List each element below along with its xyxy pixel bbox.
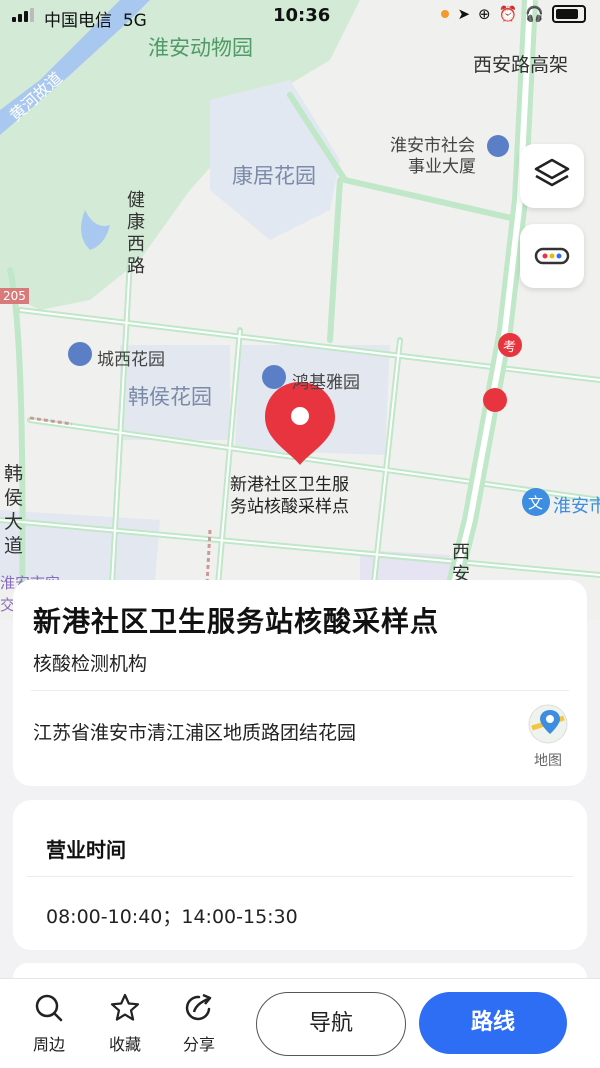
favorite-button[interactable]: 收藏 bbox=[95, 993, 155, 1055]
search-icon bbox=[35, 994, 63, 1022]
road-205-label: 205 bbox=[0, 288, 29, 304]
status-bar: 中国电信 5G 10:36 ➤ ⊕ ⏰ 🎧 bbox=[0, 0, 600, 34]
poi-label-line2: 务站核酸采样点 bbox=[230, 497, 349, 517]
hours-value: 08:00-10:40；14:00-15:30 bbox=[46, 906, 298, 928]
wen-icon: 文 bbox=[528, 494, 544, 512]
hongji-garden-label: 鸿基雅园 bbox=[292, 373, 360, 393]
elevated-road-label: 西安路高架 bbox=[473, 54, 569, 76]
divider bbox=[27, 876, 573, 877]
carrier-label: 中国电信 5G bbox=[44, 11, 147, 31]
bottom-toolbar: 周边 收藏 分享 导航 路线 bbox=[0, 978, 600, 1068]
favorite-label: 收藏 bbox=[108, 1035, 141, 1054]
location-arrow-icon: ➤ bbox=[457, 5, 471, 23]
jiankang-road-label: 健康西路 bbox=[127, 190, 145, 277]
rotation-lock-icon: ⊕ bbox=[478, 5, 491, 23]
social-bldg-label-line2: 事业大厦 bbox=[408, 157, 476, 177]
map-view[interactable]: 淮安动物园 黄河故道 西安路高架 康居花园 淮安市社会 事业大厦 健康西路 20… bbox=[0, 0, 600, 620]
hanhou-garden-label: 韩侯花园 bbox=[128, 385, 212, 409]
place-card: 新港社区卫生服务站核酸采样点 核酸检测机构 江苏省淮安市清江浦区地质路团结花园 … bbox=[13, 580, 587, 786]
alarm-icon: ⏰ bbox=[498, 5, 518, 23]
place-title: 新港社区卫生服务站核酸采样点 bbox=[33, 605, 440, 638]
nearby-button[interactable]: 周边 bbox=[19, 993, 79, 1055]
map-app-icon bbox=[528, 704, 568, 744]
map-link-label: 地图 bbox=[534, 753, 562, 769]
map-canvas bbox=[0, 0, 600, 620]
recording-dot-icon bbox=[441, 10, 450, 18]
hours-card: 营业时间 08:00-10:40；14:00-15:30 bbox=[13, 800, 587, 950]
chengxi-garden-label: 城西花园 bbox=[97, 350, 165, 370]
map-link-button[interactable]: 地图 bbox=[525, 704, 571, 770]
kao-label: 考 bbox=[503, 340, 517, 355]
divider bbox=[31, 690, 569, 691]
battery-icon bbox=[552, 5, 586, 23]
huai-an-right-label: 淮安市 bbox=[553, 496, 600, 517]
hours-heading: 营业时间 bbox=[46, 838, 126, 862]
more-dots-icon bbox=[534, 247, 570, 265]
more-button[interactable] bbox=[520, 224, 584, 288]
nearby-label: 周边 bbox=[32, 1035, 65, 1054]
share-label: 分享 bbox=[182, 1035, 215, 1054]
place-address: 江苏省淮安市清江浦区地质路团结花园 bbox=[33, 722, 357, 744]
route-button[interactable]: 路线 bbox=[419, 992, 567, 1054]
clock: 10:36 bbox=[273, 5, 331, 26]
zoo-label: 淮安动物园 bbox=[148, 36, 253, 60]
star-icon bbox=[110, 993, 140, 1021]
headphones-icon: 🎧 bbox=[525, 5, 544, 23]
signal-icon bbox=[12, 8, 34, 22]
share-icon bbox=[185, 993, 212, 1021]
hanhou-road-label: 韩侯大道 bbox=[4, 463, 24, 557]
place-category: 核酸检测机构 bbox=[33, 653, 148, 675]
layers-icon bbox=[534, 158, 570, 187]
kangju-garden-label: 康居花园 bbox=[232, 164, 316, 188]
layers-button[interactable] bbox=[520, 144, 584, 208]
share-button[interactable]: 分享 bbox=[169, 993, 229, 1055]
navigate-button[interactable]: 导航 bbox=[256, 992, 406, 1056]
